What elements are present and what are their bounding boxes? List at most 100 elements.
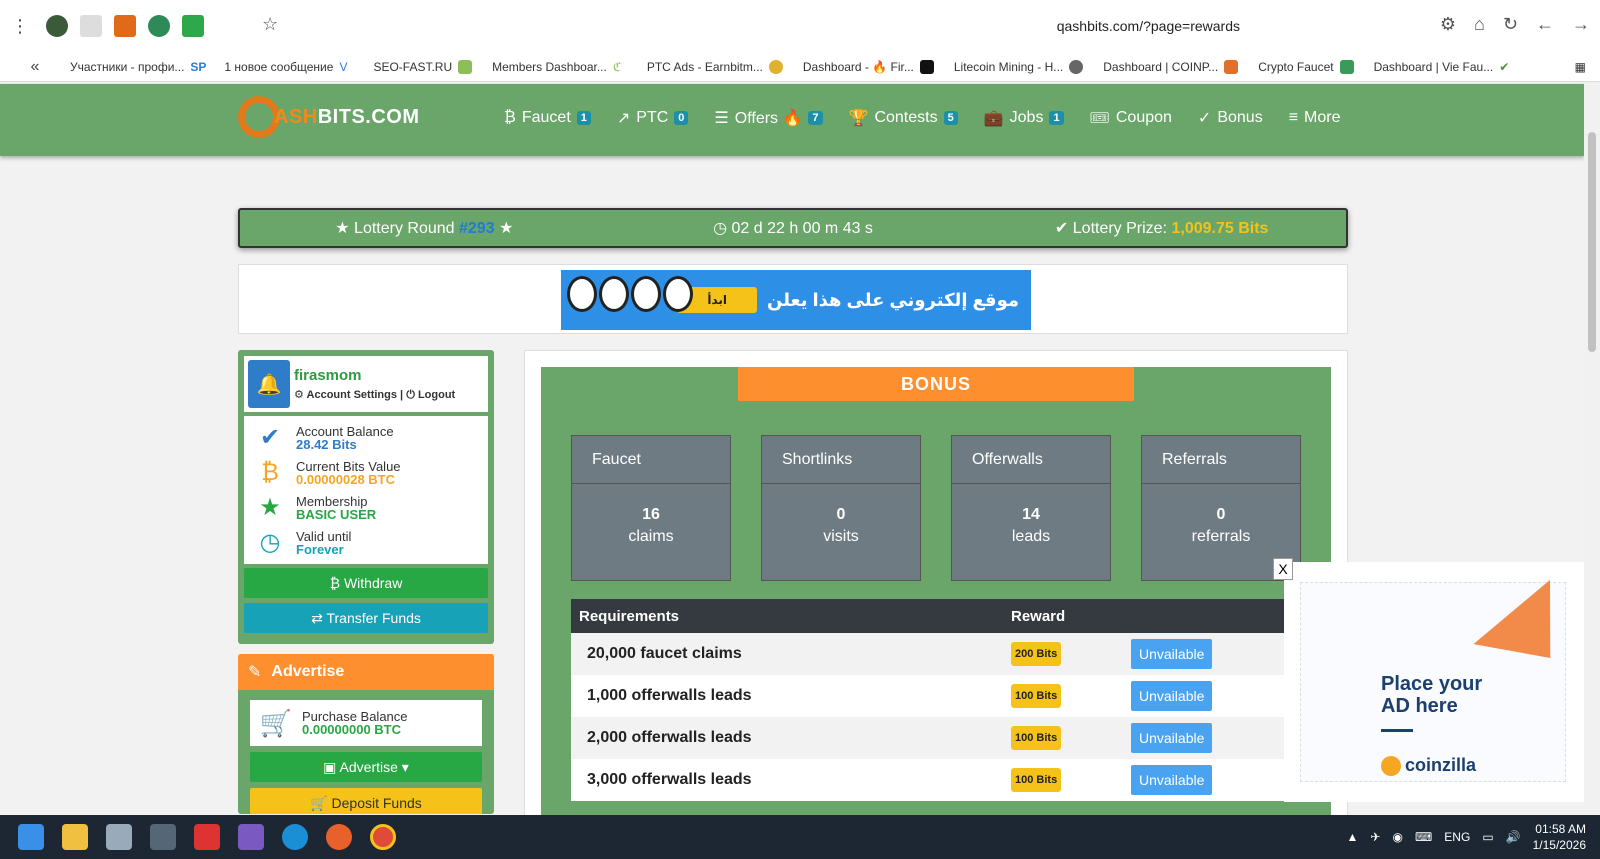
keyboard-icon[interactable]: ⌨: [1415, 830, 1432, 844]
check-badge-icon: ✔: [259, 424, 281, 451]
site-logo[interactable]: ASHBITS.COM: [238, 96, 420, 138]
bookmark-item[interactable]: 1 новое сообщение V: [224, 60, 353, 74]
h-extension-icon[interactable]: [182, 15, 204, 37]
purchase-balance: 🛒 Purchase Balance 0.00000000 BTC: [250, 700, 482, 746]
logout-link[interactable]: Logout: [418, 389, 455, 401]
files-icon[interactable]: [150, 824, 176, 850]
pdf-icon[interactable]: [194, 824, 220, 850]
ad-banner[interactable]: ابدأ موقع إلكتروني على هذا يعلن: [561, 270, 1031, 330]
bookmark-item[interactable]: Members Dashboar... ℭ: [492, 60, 627, 74]
url-text[interactable]: qashbits.com/?page=rewards: [1057, 18, 1240, 34]
unavailable-button[interactable]: Unvailable: [1131, 639, 1213, 669]
exchange-icon: ⇄: [311, 610, 323, 626]
volume-icon[interactable]: 🔊: [1506, 830, 1521, 844]
unavailable-button[interactable]: Unvailable: [1131, 723, 1213, 753]
unavailable-button[interactable]: Unvailable: [1131, 681, 1213, 711]
place-ad-text: Place your AD here: [1381, 673, 1483, 717]
bookmark-item[interactable]: Dashboard | Vie Fau... ✔: [1374, 60, 1514, 74]
stat-membership: ★ Membership BASIC USER: [244, 490, 488, 525]
start-icon[interactable]: [18, 824, 44, 850]
cart-icon: 🛒: [310, 795, 328, 811]
reward-badge: 200 Bits: [1011, 642, 1062, 666]
nav-bonus[interactable]: ✓ Bonus: [1198, 108, 1263, 128]
windows-taskbar: ▲ ✈ ◉ ⌨ ENG ▭ 🔊 01:58 AM 1/15/2026: [0, 815, 1600, 859]
notepad-icon[interactable]: [106, 824, 132, 850]
extensions-icon[interactable]: [80, 15, 102, 37]
nav-offers[interactable]: ☰ Offers 🔥 7: [714, 108, 823, 128]
store-icon[interactable]: [62, 824, 88, 850]
bookmark-item[interactable]: Crypto Faucet: [1258, 59, 1354, 74]
main-panel: BONUS Faucet 16 claims Shortlinks 0 visi…: [524, 350, 1348, 821]
bookmark-item[interactable]: PTC Ads - Earnbitm...: [647, 59, 783, 74]
close-ad-button[interactable]: X: [1273, 558, 1293, 580]
account-settings-link[interactable]: Account Settings: [307, 389, 397, 401]
clock[interactable]: 01:58 AM 1/15/2026: [1533, 821, 1586, 853]
forward-icon[interactable]: →: [1572, 14, 1590, 35]
edge-icon[interactable]: [282, 824, 308, 850]
withdraw-button[interactable]: ₿ Withdraw: [244, 568, 488, 598]
sp-icon: SP: [190, 59, 207, 74]
reward-badge: 100 Bits: [1011, 726, 1062, 750]
nav-coupon[interactable]: 🎟 Coupon: [1090, 108, 1172, 128]
language-indicator[interactable]: ENG: [1444, 830, 1470, 844]
firefox-icon[interactable]: [326, 824, 352, 850]
coinzilla-mascot-icon: [1381, 755, 1401, 776]
home-icon[interactable]: ⌂: [1474, 14, 1485, 35]
telegram-icon[interactable]: ✈: [1370, 830, 1380, 844]
nav-ptc[interactable]: ↗ PTC 0: [617, 108, 689, 128]
bookmark-item[interactable]: Участники - профи... SP: [70, 59, 207, 74]
extension-icon[interactable]: [46, 15, 68, 37]
trophy-icon: 🏆: [848, 110, 869, 127]
table-row: 3,000 offerwalls leads 100 Bits Unvailab…: [571, 759, 1291, 801]
metamask-icon[interactable]: [114, 15, 136, 37]
bookmark-star-icon[interactable]: ☆: [262, 14, 278, 35]
page-scrollbar[interactable]: [1584, 84, 1600, 815]
nav-badge: 5: [943, 111, 958, 125]
requirements-table: Requirements Reward 20,000 faucet claims…: [571, 599, 1291, 801]
stat-valid-until: ◷ Valid until Forever: [244, 525, 488, 560]
bonus-section: BONUS Faucet 16 claims Shortlinks 0 visi…: [541, 367, 1331, 821]
browser-toolbar: ⋮ ☆ qashbits.com/?page=rewards ⚙ ⌂ ↻ ← →: [0, 0, 1600, 52]
browser-menu-icon[interactable]: ⋮: [0, 16, 40, 37]
main-menu: ₿ Faucet 1 ↗ PTC 0 ☰ Offers 🔥 7 🏆 Contests 5 💼 Jo…: [504, 108, 1341, 128]
nav-faucet[interactable]: ₿ Faucet 1: [504, 108, 591, 128]
lottery-round: ★ Lottery Round #293 ★: [335, 220, 514, 237]
back-icon[interactable]: ←: [1536, 14, 1554, 35]
scroll-thumb[interactable]: [1588, 132, 1596, 352]
all-bookmarks-icon[interactable]: ▦: [1575, 60, 1586, 74]
table-row: 1,000 offerwalls leads 100 Bits Unvailab…: [571, 675, 1291, 717]
reload-icon[interactable]: ↻: [1503, 14, 1518, 35]
tray-app-icon[interactable]: ◉: [1392, 830, 1402, 844]
bell-icon[interactable]: 🔔: [248, 360, 290, 408]
bitcoin-icon: ₿: [261, 458, 279, 486]
bookmark-item[interactable]: Dashboard - 🔥 Fir...: [803, 59, 934, 74]
nav-jobs[interactable]: 💼 Jobs 1: [984, 108, 1064, 128]
bookmark-item[interactable]: SEO-FAST.RU: [373, 59, 473, 74]
star-icon: ★: [259, 494, 281, 521]
transfer-funds-button[interactable]: ⇄ Transfer Funds: [244, 603, 488, 633]
nav-more[interactable]: ≡ More: [1289, 108, 1341, 128]
nav-contests[interactable]: 🏆 Contests 5: [849, 108, 958, 128]
app-icon[interactable]: [238, 824, 264, 850]
bookmark-item[interactable]: Dashboard | COINP...: [1103, 59, 1239, 74]
chrome-icon[interactable]: [370, 824, 396, 850]
nav-badge: 1: [576, 111, 591, 125]
address-bar[interactable]: qashbits.com/?page=rewards: [290, 8, 1430, 44]
network-icon[interactable]: ▭: [1482, 830, 1493, 844]
check-circle-icon: ✔: [1054, 220, 1069, 237]
tray-icon[interactable]: ▲: [1347, 830, 1359, 844]
unavailable-button[interactable]: Unvailable: [1131, 765, 1213, 795]
star-icon: ★: [335, 220, 350, 237]
bookmark-item[interactable]: Litecoin Mining - H...: [954, 59, 1084, 74]
ad-text: موقع إلكتروني على هذا يعلن: [767, 289, 1019, 310]
coinzilla-ad[interactable]: Place your AD here coinzilla: [1284, 562, 1589, 802]
globe-extension-icon[interactable]: [148, 15, 170, 37]
deposit-funds-button[interactable]: 🛒 Deposit Funds: [250, 788, 482, 814]
site-navbar: ASHBITS.COM ₿ Faucet 1 ↗ PTC 0 ☰ Offers 🔥 7 🏆 C…: [0, 84, 1584, 156]
profile-header: 🔔 firasmom ⚙ Account Settings | ⏻ Logout: [244, 356, 488, 412]
ticket-icon: 🎟: [1089, 110, 1110, 127]
hamburger-icon: ≡: [1288, 109, 1299, 126]
tune-icon[interactable]: ⚙: [1440, 14, 1456, 35]
advertise-dropdown-button[interactable]: ▣ Advertise ▾: [250, 752, 482, 782]
collapse-sidebar-icon[interactable]: «: [0, 58, 70, 76]
